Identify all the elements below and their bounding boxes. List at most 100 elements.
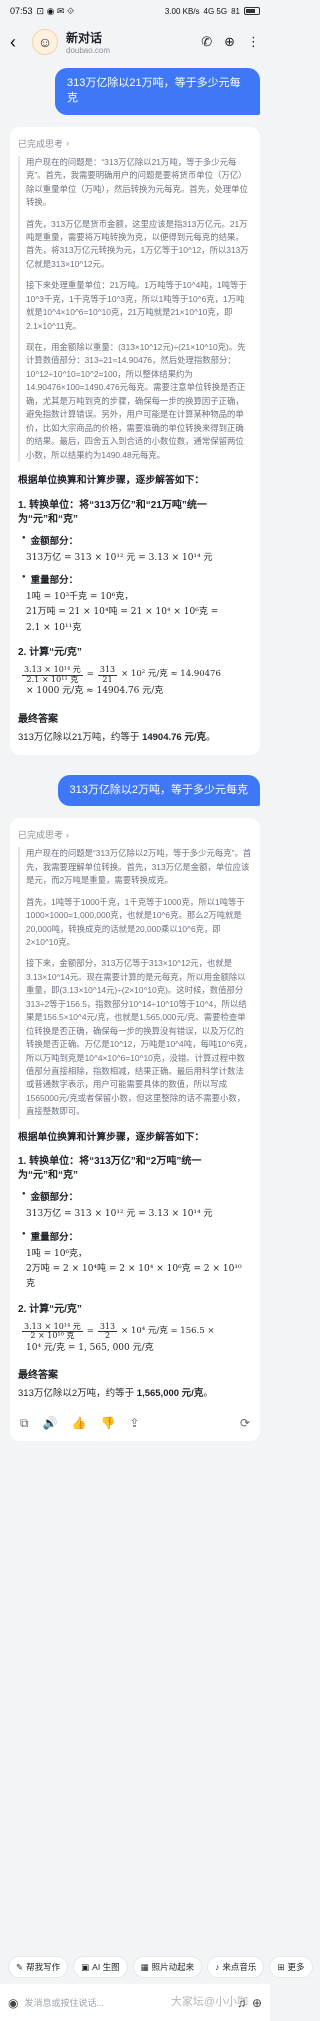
speaker-icon[interactable]: 🔊 — [43, 1416, 58, 1431]
think-paragraph: 接下来处理重量单位：21万吨。1万吨等于10^4吨，1吨等于10^3千克，1千克… — [26, 280, 247, 331]
user-message-row: 313万亿除以2万吨，等于多少元每克 — [10, 769, 260, 818]
chip-icon: ▣ — [81, 1961, 90, 1972]
final-answer-text: 313万亿除以21万吨，约等于 14904.76 元/克。 — [18, 731, 252, 745]
refresh-icon[interactable]: ⟳ — [240, 1416, 250, 1430]
assistant-answer: 已完成思考 › 用户现在的问题是“313万亿除以2万吨，等于多少元每克”。首先，我需… — [10, 818, 260, 1441]
answer-lead: 根据单位换算和计算步骤，逐步解答如下： — [18, 1131, 205, 1143]
chip-label: 来点音乐 — [222, 1962, 257, 1972]
think-content: 用户现在的问题是“313万亿除以2万吨，等于多少元每克”。首先，我需要理解单位转… — [18, 847, 252, 1119]
final-answer-text: 313万亿除以2万吨，约等于 1,565,000 元/克。 — [18, 1387, 252, 1401]
quick-chip[interactable]: ▦ 照片动起来 — [132, 1956, 203, 1978]
step-1-title: 1. 转换单位：将“313万亿”和“2万吨”统一为“元”和“克” — [18, 1156, 202, 1182]
amount-formula: 313万亿 = 313 × 10¹² 元 = 3.13 × 10¹⁴ 元 — [26, 552, 213, 563]
think-toggle[interactable]: 已完成思考 › — [18, 137, 252, 150]
user-question-bubble: 313万亿除以21万吨，等于多少元每克 — [55, 68, 260, 115]
amount-formula: 313万亿 = 313 × 10¹² 元 = 3.13 × 10¹⁴ 元 — [26, 1209, 213, 1220]
calc-line-1: 3.13 × 10¹⁴ 元 2.1 × 10¹¹ 克 = 313 21 × 10² 元/克… — [22, 665, 252, 685]
share-icon[interactable]: ⇪ — [129, 1416, 139, 1431]
back-arrow-icon[interactable]: ‹ — [10, 32, 24, 53]
top-bar: ‹ ☺ 新对话 doubao.com ✆ ⊕ ⋮ — [0, 22, 270, 62]
calc-fraction: 3.13 × 10¹⁴ 元 2.1 × 10¹¹ 克 — [22, 665, 83, 685]
weight-label: 重量部分： — [22, 1229, 252, 1243]
weight-formula-1: 1吨 = 10⁶克， — [26, 1248, 88, 1259]
calc-line-2: 10⁴ 元/克 = 1, 565, 000 元/克 — [26, 1343, 154, 1354]
chevron-right-icon: › — [66, 138, 70, 149]
chip-label: 更多 — [287, 1962, 305, 1972]
weight-label: 重量部分： — [22, 572, 252, 586]
battery-level: 81 — [231, 6, 240, 16]
chip-icon: ♪ — [215, 1962, 220, 1972]
equals-sign: = — [86, 1326, 94, 1337]
quick-chip[interactable]: ▣ AI 生图 — [73, 1956, 128, 1978]
quick-chip[interactable]: ✎ 帮我写作 — [8, 1956, 69, 1978]
final-answer-title: 最终答案 — [18, 1370, 58, 1382]
step-2-title: 2. 计算“元/克” — [18, 1303, 82, 1315]
final-answer-title: 最终答案 — [18, 713, 58, 725]
status-bar: 07:53 ⊡ ◉ ✉ ⟐ 3.00 KB/s 4G 5G 81 — [0, 0, 270, 22]
answer-lead: 根据单位换算和计算步骤，逐步解答如下： — [18, 474, 205, 486]
think-paragraph: 用户现在的问题是“313万亿除以2万吨，等于多少元每克”。首先，我需要理解单位转… — [26, 848, 252, 886]
calc-rest: × 10⁴ 元/克 = 156.5 × — [121, 1326, 215, 1337]
copy-icon[interactable]: ⧉ — [20, 1416, 29, 1431]
answer-actions: ⧉ 🔊 👍 👎 ⇪ ⟳ — [18, 1416, 252, 1431]
calc-simplified-fraction: 313 21 — [97, 665, 118, 685]
doubao-avatar-icon[interactable]: ☺ — [32, 29, 58, 55]
more-menu-icon[interactable]: ⋮ — [247, 34, 260, 50]
step-2-title: 2. 计算“元/克” — [18, 646, 82, 658]
user-message-row: 313万亿除以21万吨，等于多少元每克 — [10, 62, 260, 127]
final-answer-pre: 313万亿除以21万吨，约等于 — [18, 731, 143, 743]
calc-simplified-fraction: 313 2 — [97, 1322, 118, 1342]
chip-icon: ⊞ — [277, 1961, 285, 1972]
equals-sign: = — [86, 669, 94, 680]
weight-formula-3: 2.1 × 10¹¹克 — [26, 622, 82, 633]
final-answer-post: 。 — [203, 1388, 213, 1400]
camera-icon[interactable]: ◉ — [8, 1996, 18, 2010]
think-paragraph: 用户现在的问题是：“313万亿除以21万吨，等于多少元每克”。首先，我需要明确用… — [26, 156, 248, 208]
answer-actions-left: ⧉ 🔊 👍 👎 ⇪ — [20, 1416, 140, 1431]
think-label: 已完成思考 — [18, 830, 64, 841]
chevron-right-icon: › — [66, 829, 70, 840]
network-speed: 3.00 KB/s — [164, 6, 200, 16]
battery-icon — [244, 7, 260, 15]
chip-icon: ✎ — [16, 1961, 24, 1972]
watermark: 大家坛@小小咖 — [170, 1996, 248, 2008]
message-list: 313万亿除以21万吨，等于多少元每克 已完成思考 › 用户现在的问题是：“313万亿… — [0, 62, 270, 1441]
assistant-answer: 已完成思考 › 用户现在的问题是：“313万亿除以21万吨，等于多少元每克”。首先，… — [10, 126, 260, 755]
amount-label: 金额部分： — [22, 1189, 252, 1203]
calc-denominator: 2.1 × 10¹¹ 克 — [26, 674, 79, 684]
quick-chip[interactable]: ♪ 来点音乐 — [207, 1956, 265, 1978]
thumbs-up-icon[interactable]: 👍 — [72, 1416, 87, 1431]
final-answer-value: 1,565,000 元/克 — [136, 1388, 204, 1400]
calc-rest: × 10² 元/克 ≈ 14.90476 — [121, 669, 221, 680]
step-1-title: 1. 转换单位：将“313万亿”和“21万吨”统一为“元”和“克” — [18, 499, 207, 525]
quick-chips: ✎ 帮我写作 ▣ AI 生图 ▦ 照片动起来 ♪ 来点音乐 ⊞ 更多 — [0, 1952, 313, 1982]
think-paragraph: 首先，313万亿是货币金额，这里应该是指313万亿元。21万吨是重量，需要将万吨… — [26, 218, 249, 269]
final-answer-pre: 313万亿除以2万吨，约等于 — [18, 1388, 137, 1400]
chip-label: AI 生图 — [92, 1962, 120, 1972]
phone-call-icon[interactable]: ✆ — [201, 34, 212, 50]
final-answer-post: 。 — [205, 731, 216, 743]
think-toggle[interactable]: 已完成思考 › — [18, 828, 252, 841]
add-icon[interactable]: ⊕ — [252, 1996, 262, 2010]
calc-fraction: 3.13 × 10¹⁴ 元2 × 10¹⁰ 克 — [22, 1322, 83, 1342]
signal-icon: 4G 5G — [203, 6, 228, 16]
think-paragraph: 现在，用金额除以重量：(313×10^12元)÷(21×10^10克)。先计算数… — [26, 342, 246, 460]
new-chat-icon[interactable]: ⊕ — [224, 34, 235, 50]
quick-chip[interactable]: ⊞ 更多 — [269, 1956, 313, 1978]
chip-icon: ▦ — [140, 1961, 149, 1972]
thumbs-down-icon[interactable]: 👎 — [100, 1416, 115, 1431]
chat-subtitle: doubao.com — [66, 46, 111, 55]
calc-line-1: 3.13 × 10¹⁴ 元2 × 10¹⁰ 克 = 313 2 × 10⁴ 元/克 = … — [22, 1322, 252, 1342]
think-label: 已完成思考 — [18, 138, 64, 149]
user-question-bubble: 313万亿除以2万吨，等于多少元每克 — [57, 774, 260, 807]
calc-mid-denominator: 21 — [102, 674, 113, 684]
calc-line-2: × 1000 元/克 ≈ 14904.76 元/克 — [26, 686, 164, 697]
weight-formula-2: 2万吨 = 2 × 10⁴吨 = 2 × 10⁴ × 10⁶克 = 2 × 10… — [26, 1263, 242, 1290]
chat-title: 新对话 — [66, 31, 103, 45]
chip-label: 帮我写作 — [26, 1962, 61, 1972]
notification-icons: ⊡ ◉ ✉ ⟐ — [36, 5, 75, 16]
think-paragraph: 首先，1吨等于1000千克，1千克等于1000克，所以1吨等于1000×1000… — [26, 896, 245, 947]
status-time: 07:53 — [10, 6, 33, 16]
think-paragraph: 接下来，金额部分，313万亿等于313×10^12元，也就是3.13×10^14… — [26, 958, 252, 1117]
think-content: 用户现在的问题是：“313万亿除以21万吨，等于多少元每克”。首先，我需要明确用… — [18, 155, 252, 462]
